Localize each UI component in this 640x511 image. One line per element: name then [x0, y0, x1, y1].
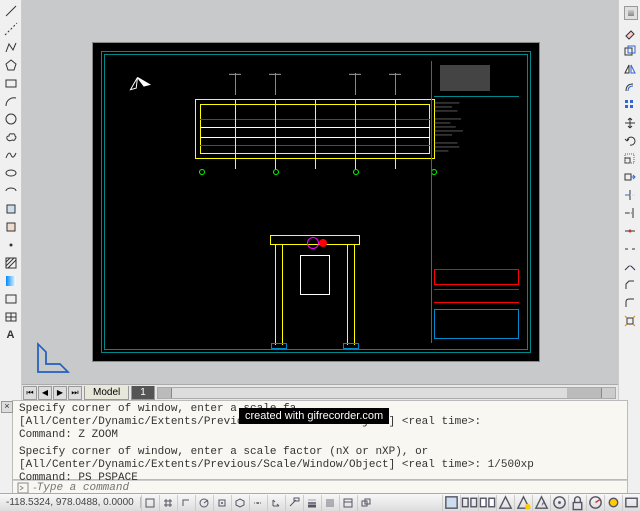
quick-view-layouts[interactable]	[460, 495, 478, 511]
annotation-scale[interactable]	[496, 495, 514, 511]
isolate-objects[interactable]	[604, 495, 622, 511]
rotate-tool[interactable]	[621, 132, 639, 149]
region-tool[interactable]	[2, 290, 20, 307]
sheet-inner-border: ▬▬▬ ▬▬▬ ▬▬▬ ▬▬▬	[104, 54, 528, 350]
insert-block-tool[interactable]	[2, 200, 20, 217]
scale-tool[interactable]	[621, 150, 639, 167]
polar-toggle[interactable]	[195, 495, 213, 511]
toolbar-lock[interactable]	[568, 495, 586, 511]
svg-text:A: A	[542, 499, 547, 507]
command-line: Command: Z ZOOM	[19, 429, 621, 442]
offset-tool[interactable]	[621, 78, 639, 95]
scrollbar-thumb[interactable]	[567, 388, 601, 398]
tab-model[interactable]: Model	[84, 386, 129, 400]
break-at-point-tool[interactable]	[621, 222, 639, 239]
join-tool[interactable]	[621, 258, 639, 275]
title-block-signature	[434, 309, 519, 339]
title-block-scale-row	[434, 289, 519, 303]
transparency-toggle[interactable]	[321, 495, 339, 511]
erase-tool[interactable]	[621, 24, 639, 41]
mtext-tool[interactable]: A	[2, 326, 20, 343]
ellipse-arc-tool[interactable]	[2, 182, 20, 199]
command-line: [All/Center/Dynamic/Extents/Previous/Sca…	[19, 459, 621, 472]
layout-tabs-bar: ⏮ ◀ ▶ ⏭ Model 1	[22, 384, 618, 400]
ortho-toggle[interactable]	[177, 495, 195, 511]
hardware-acceleration[interactable]	[586, 495, 604, 511]
autohide-handle-icon[interactable]	[624, 6, 638, 20]
annotation-autoscale[interactable]: A	[532, 495, 550, 511]
stretch-tool[interactable]	[621, 168, 639, 185]
watermark-badge: created with gifrecorder.com	[239, 408, 389, 424]
sheet-border: ▬▬▬ ▬▬▬ ▬▬▬ ▬▬▬	[101, 51, 531, 353]
gradient-tool[interactable]	[2, 272, 20, 289]
title-block-notes: ━━━━━━━━━━━━━━━━━━━━━━━━━━━━━━━━━━━━━━━━…	[434, 101, 519, 153]
ducs-toggle[interactable]	[267, 495, 285, 511]
quick-view-drawings[interactable]	[478, 495, 496, 511]
title-block-logo	[434, 61, 519, 97]
title-block-revision	[434, 269, 519, 285]
array-tool[interactable]	[621, 96, 639, 113]
table-tool[interactable]	[2, 308, 20, 325]
command-close-button[interactable]: ×	[1, 401, 13, 413]
3dosnap-toggle[interactable]	[231, 495, 249, 511]
right-modify-toolbar	[618, 0, 640, 400]
drawing-area[interactable]: ▬▬▬ ▬▬▬ ▬▬▬ ▬▬▬	[22, 0, 618, 384]
dyn-toggle[interactable]	[285, 495, 303, 511]
ucs-icon	[34, 338, 72, 376]
spline-tool[interactable]	[2, 146, 20, 163]
command-window: × Specify corner of window, enter a scal…	[12, 400, 628, 480]
polygon-tool[interactable]	[2, 56, 20, 73]
horizontal-scrollbar[interactable]	[157, 387, 616, 399]
rectangle-tool[interactable]	[2, 74, 20, 91]
mirror-tool[interactable]	[621, 60, 639, 77]
scrollbar-left-button[interactable]	[158, 388, 172, 398]
polyline-tool[interactable]	[2, 38, 20, 55]
title-block: ━━━━━━━━━━━━━━━━━━━━━━━━━━━━━━━━━━━━━━━━…	[431, 61, 521, 343]
tab-layout-1[interactable]: 1	[131, 386, 155, 400]
annotation-visibility[interactable]	[514, 495, 532, 511]
scrollbar-right-button[interactable]	[601, 388, 615, 398]
quick-properties-toggle[interactable]	[339, 495, 357, 511]
command-line: Specify corner of window, enter a scale …	[19, 446, 621, 459]
make-block-tool[interactable]	[2, 218, 20, 235]
move-tool[interactable]	[621, 114, 639, 131]
left-draw-toolbar: A	[0, 0, 22, 400]
layout-sheet: ▬▬▬ ▬▬▬ ▬▬▬ ▬▬▬	[92, 42, 540, 362]
tab-first-button[interactable]: ⏮	[23, 386, 37, 400]
copy-tool[interactable]	[621, 42, 639, 59]
hatch-tool[interactable]	[2, 254, 20, 271]
model-paper-toggle[interactable]	[442, 495, 460, 511]
extend-tool[interactable]	[621, 204, 639, 221]
arc-tool[interactable]	[2, 92, 20, 109]
workspace-switching[interactable]	[550, 495, 568, 511]
trim-tool[interactable]	[621, 186, 639, 203]
circle-tool[interactable]	[2, 110, 20, 127]
otrack-toggle[interactable]	[249, 495, 267, 511]
status-bar: -118.5324, 978.0488, 0.0000 A	[0, 493, 640, 511]
revision-cloud-tool[interactable]	[2, 128, 20, 145]
elevation-view	[245, 195, 385, 355]
tab-next-button[interactable]: ▶	[53, 386, 67, 400]
tab-last-button[interactable]: ⏭	[68, 386, 82, 400]
tab-prev-button[interactable]: ◀	[38, 386, 52, 400]
ellipse-tool[interactable]	[2, 164, 20, 181]
snap-mode-toggle[interactable]	[141, 495, 159, 511]
point-tool[interactable]	[2, 236, 20, 253]
paperspace-background: ▬▬▬ ▬▬▬ ▬▬▬ ▬▬▬	[22, 0, 618, 384]
fillet-tool[interactable]	[621, 294, 639, 311]
chamfer-tool[interactable]	[621, 276, 639, 293]
explode-tool[interactable]	[621, 312, 639, 329]
plan-view: ▬▬▬ ▬▬▬ ▬▬▬ ▬▬▬	[185, 69, 445, 189]
coordinates-readout[interactable]: -118.5324, 978.0488, 0.0000	[0, 497, 141, 508]
clean-screen[interactable]	[622, 495, 640, 511]
lineweight-toggle[interactable]	[303, 495, 321, 511]
line-tool[interactable]	[2, 2, 20, 19]
selection-cycling-toggle[interactable]	[357, 495, 375, 511]
north-arrow-icon	[123, 69, 157, 96]
osnap-toggle[interactable]	[213, 495, 231, 511]
break-tool[interactable]	[621, 240, 639, 257]
construction-line-tool[interactable]	[2, 20, 20, 37]
grid-toggle[interactable]	[159, 495, 177, 511]
